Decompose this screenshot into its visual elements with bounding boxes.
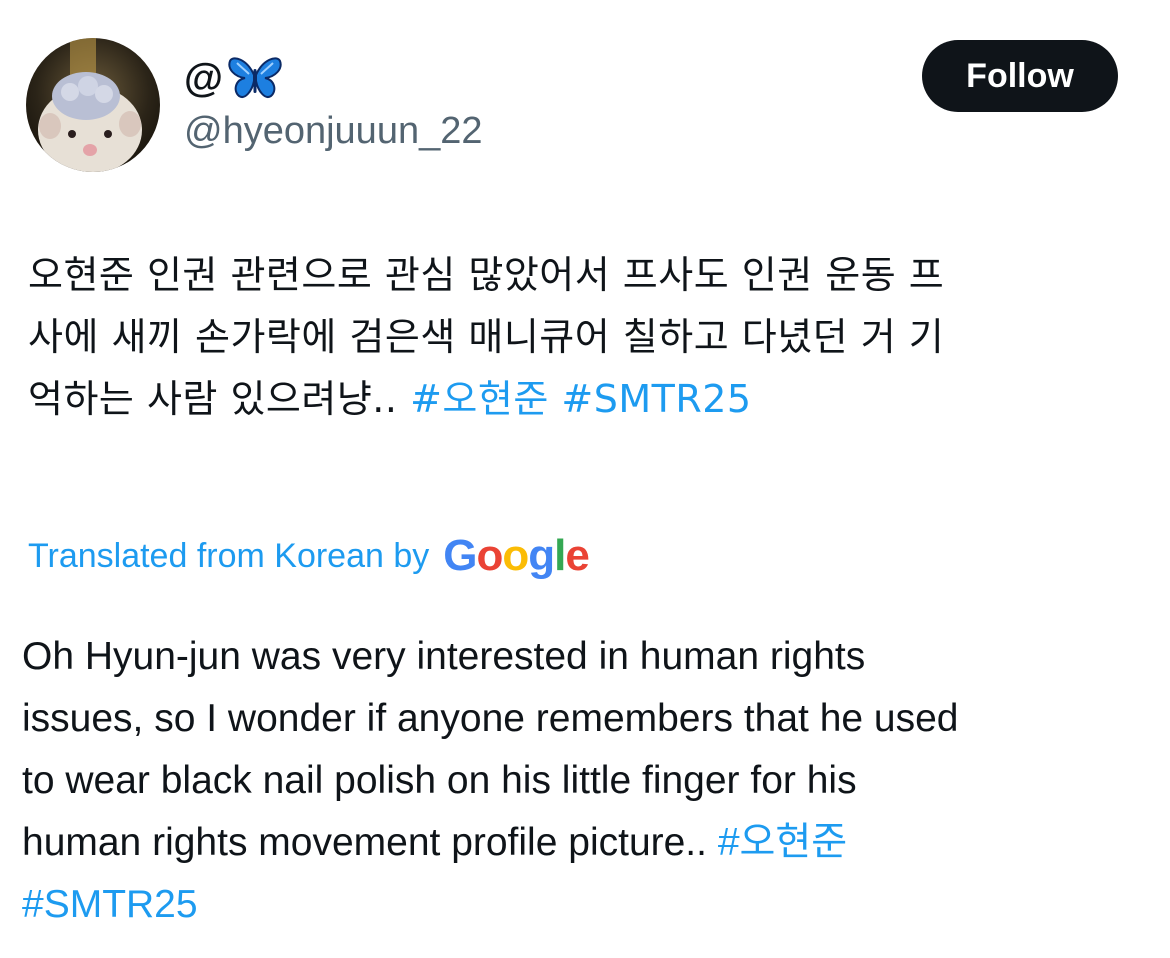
google-logo-letter: o [476,531,504,580]
translated-text-segment: human rights movement profile picture.. [22,821,707,864]
translated-text-line: to wear black nail polish on his little … [22,759,857,802]
display-name: @ [184,56,224,100]
translated-text-line: issues, so I wonder if anyone remembers … [22,697,959,740]
hashtag-link[interactable]: #오현준 [410,377,549,421]
google-logo-letter: e [565,531,590,580]
translated-text-line: Oh Hyun-jun was very interested in human… [22,635,866,678]
translation-attribution: Translated from Korean by Google [28,528,590,584]
avatar[interactable] [26,38,160,172]
tweet-text-line: 억하는 사람 있으려냥.. #오현준 #SMTR25 [28,368,1148,430]
google-logo-letter: l [554,531,566,580]
translated-from-label[interactable]: Translated from Korean by [28,528,429,584]
tweet-text-segment: 억하는 사람 있으려냥.. [28,377,398,421]
blue-butterfly-icon [227,55,283,101]
google-logo-letter: g [528,531,555,580]
hashtag-link[interactable]: #SMTR25 [561,377,751,421]
google-logo-letter: o [502,531,529,580]
tweet-header: @ @hyeonjuuun_22 Follow [0,0,1170,200]
translated-text-line: human rights movement profile picture.. … [22,812,1152,874]
hashtag-link[interactable]: #SMTR25 [22,883,198,926]
translated-text-line: #SMTR25 [22,874,1152,936]
google-logo: Google [443,528,590,584]
hashtag-link[interactable]: #오현준 [718,821,847,864]
display-name-row[interactable]: @ [184,52,283,104]
tweet-text-line: 오현준 인권 관련으로 관심 많았어서 프사도 인권 운동 프 [28,253,945,297]
user-handle[interactable]: @hyeonjuuun_22 [184,108,483,154]
hamster-avatar-image [26,38,160,172]
translated-tweet-text: Oh Hyun-jun was very interested in human… [22,626,1152,936]
follow-button[interactable]: Follow [922,40,1118,112]
google-logo-letter: G [443,531,477,580]
tweet-text-line: 사에 새끼 손가락에 검은색 매니큐어 칠하고 다녔던 거 기 [28,315,945,359]
tweet-text: 오현준 인권 관련으로 관심 많았어서 프사도 인권 운동 프 사에 새끼 손가… [28,244,1148,430]
